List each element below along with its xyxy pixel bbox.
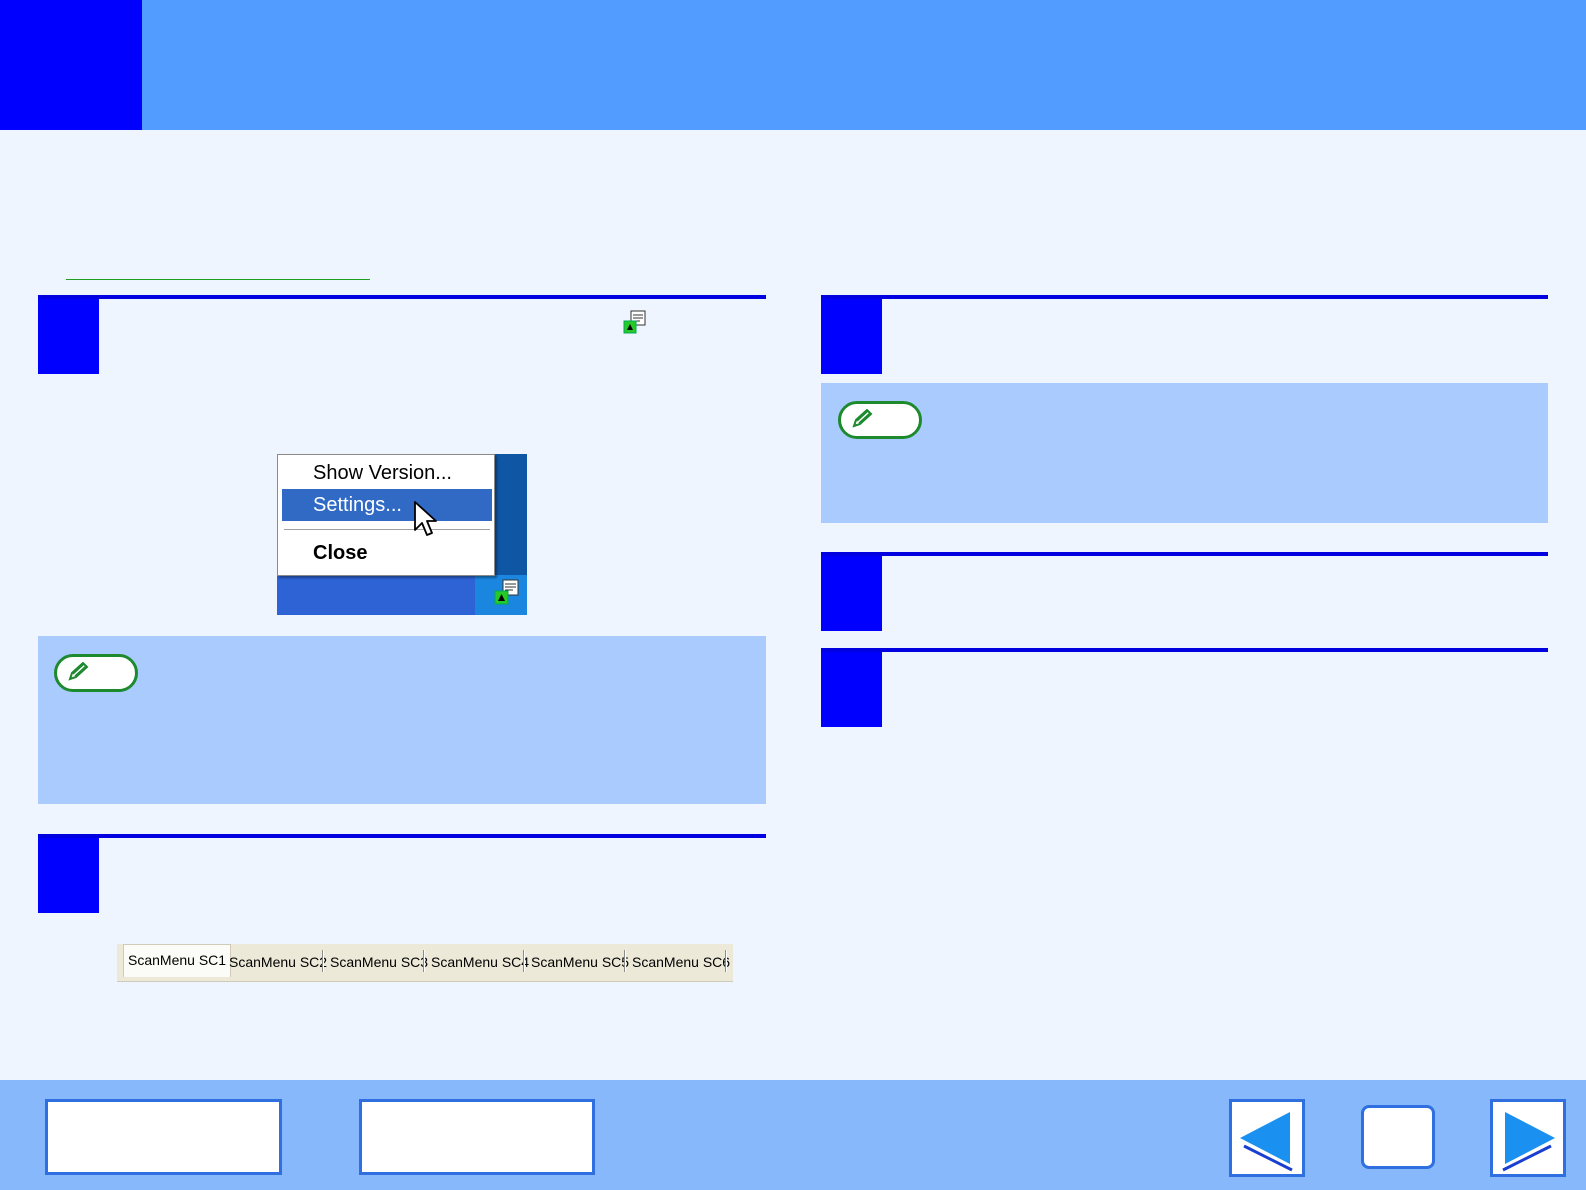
pencil-icon: [852, 409, 873, 428]
menu-item-show-version[interactable]: Show Version...: [282, 457, 492, 489]
index-button[interactable]: [359, 1099, 595, 1175]
step-1-number-box: [38, 299, 99, 374]
menu-separator: [284, 529, 490, 531]
tab-separator: [523, 950, 525, 972]
note-badge: [838, 401, 922, 439]
step-3-number-box: [821, 299, 882, 374]
scanmenu-tabs: ScanMenu SC1 ScanMenu SC2 ScanMenu SC3 S…: [117, 944, 733, 982]
scanner-tray-icon: [622, 310, 648, 336]
tab-scanmenu-sc3[interactable]: ScanMenu SC3: [326, 948, 432, 976]
step-3-rule: [821, 295, 1548, 299]
intro-link[interactable]: [66, 279, 370, 280]
mouse-pointer-icon: [413, 500, 439, 540]
step-4-number-box: [821, 556, 882, 631]
tab-separator: [322, 950, 324, 972]
menu-item-settings[interactable]: Settings...: [282, 489, 492, 521]
tab-scanmenu-sc1[interactable]: ScanMenu SC1: [123, 944, 232, 977]
back-arrow-icon: [1240, 1112, 1293, 1172]
page-button[interactable]: [1361, 1105, 1435, 1169]
step-1-rule: [38, 295, 766, 299]
step-4-rule: [821, 552, 1548, 556]
forward-arrow-icon: [1502, 1112, 1555, 1172]
step-2-rule: [38, 834, 766, 838]
step-5-number-box: [821, 652, 882, 727]
note-box-1: [38, 636, 766, 804]
tab-scanmenu-sc4[interactable]: ScanMenu SC4: [427, 948, 533, 976]
chapter-marker: [0, 0, 142, 130]
step-2-number-box: [38, 838, 99, 913]
tab-separator: [423, 950, 425, 972]
menu-item-close[interactable]: Close: [282, 537, 492, 569]
pencil-icon: [68, 662, 89, 681]
note-badge: [54, 654, 138, 692]
tab-separator: [725, 950, 727, 972]
forward-button[interactable]: [1490, 1099, 1566, 1177]
tab-scanmenu-sc6[interactable]: ScanMenu SC6: [628, 948, 734, 976]
note-box-2: [821, 383, 1548, 523]
tab-scanmenu-sc5[interactable]: ScanMenu SC5: [527, 948, 633, 976]
header-bar: [0, 0, 1586, 130]
context-menu: Show Version... Settings... Close: [277, 454, 495, 576]
tab-scanmenu-sc2[interactable]: ScanMenu SC2: [225, 948, 331, 976]
contents-button[interactable]: [45, 1099, 282, 1175]
back-button[interactable]: [1229, 1099, 1305, 1177]
context-menu-screenshot: Show Version... Settings... Close: [277, 454, 527, 615]
step-5-rule: [821, 648, 1548, 652]
scanner-tray-icon[interactable]: [493, 579, 521, 607]
tab-separator: [624, 950, 626, 972]
